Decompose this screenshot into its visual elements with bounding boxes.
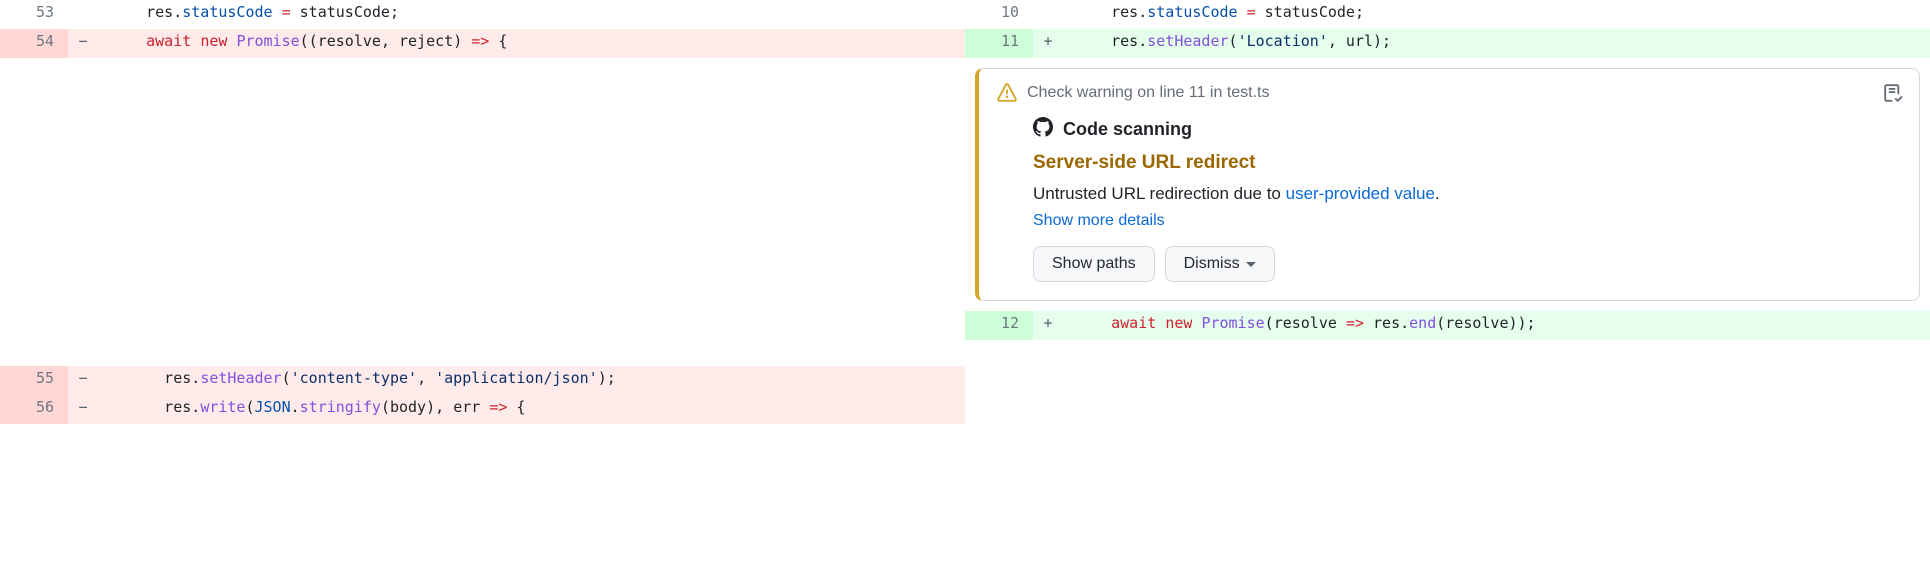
line-number[interactable]: 12 (965, 311, 1033, 340)
diff-row[interactable]: 55− res.setHeader('content-type', 'appli… (0, 366, 965, 395)
alert-description-link[interactable]: user-provided value (1286, 184, 1435, 203)
code-line[interactable]: res.setHeader('Location', url); (1063, 29, 1930, 58)
code-line[interactable]: res.write(JSON.stringify(body), err => { (98, 395, 965, 424)
diff-marker: − (68, 366, 98, 395)
diff-row[interactable]: 10 res.statusCode = statusCode; (965, 0, 1930, 29)
show-paths-label: Show paths (1052, 255, 1136, 273)
code-line[interactable]: await new Promise((resolve, reject) => { (98, 29, 965, 58)
copy-button[interactable] (1881, 81, 1905, 108)
alert-title: Server-side URL redirect (1033, 152, 1901, 174)
annotation-location-text: Check warning on line 11 in test.ts (1027, 84, 1270, 102)
diff-marker: − (68, 395, 98, 424)
diff-container: 53 res.statusCode = statusCode; 54− awai… (0, 0, 1930, 424)
line-number[interactable]: 56 (0, 395, 68, 424)
diff-row[interactable]: 11+ res.setHeader('Location', url); (965, 29, 1930, 58)
annotation-container: Check warning on line 11 in test.ts C (965, 58, 1930, 311)
diff-marker: − (68, 29, 98, 58)
alert-description: Untrusted URL redirection due to user-pr… (1033, 184, 1901, 204)
diff-marker (1033, 0, 1063, 29)
code-line[interactable]: res.setHeader('content-type', 'applicati… (98, 366, 965, 395)
diff-row[interactable]: 12+ await new Promise(resolve => res.end… (965, 311, 1930, 340)
dismiss-label: Dismiss (1184, 255, 1240, 273)
checklist-icon (1883, 91, 1903, 106)
alert-triangle-icon (997, 83, 1017, 103)
code-line[interactable]: res.statusCode = statusCode; (1063, 0, 1930, 29)
diff-left-side: 53 res.statusCode = statusCode; 54− awai… (0, 0, 965, 424)
line-number[interactable]: 54 (0, 29, 68, 58)
diff-row[interactable]: 53 res.statusCode = statusCode; (0, 0, 965, 29)
code-scanning-annotation: Check warning on line 11 in test.ts C (975, 68, 1920, 301)
annotation-source: Code scanning (1033, 117, 1901, 142)
alert-description-prefix: Untrusted URL redirection due to (1033, 184, 1286, 203)
show-paths-button[interactable]: Show paths (1033, 246, 1155, 282)
diff-marker (68, 0, 98, 29)
line-number[interactable]: 55 (0, 366, 68, 395)
line-number[interactable]: 11 (965, 29, 1033, 58)
diff-marker: + (1033, 311, 1063, 340)
annotation-button-row: Show paths Dismiss (1033, 246, 1901, 282)
annotation-header: Check warning on line 11 in test.ts (997, 83, 1901, 103)
annotation-body: Code scanning Server-side URL redirect U… (997, 117, 1901, 282)
github-icon (1033, 117, 1053, 142)
chevron-down-icon (1246, 262, 1256, 267)
dismiss-button[interactable]: Dismiss (1165, 246, 1275, 282)
code-line[interactable]: res.statusCode = statusCode; (98, 0, 965, 29)
alert-description-suffix: . (1435, 184, 1440, 203)
code-line[interactable]: await new Promise(resolve => res.end(res… (1063, 311, 1930, 340)
diff-row[interactable]: 56− res.write(JSON.stringify(body), err … (0, 395, 965, 424)
diff-left-filler (0, 58, 965, 366)
line-number[interactable]: 53 (0, 0, 68, 29)
diff-row[interactable]: 54− await new Promise((resolve, reject) … (0, 29, 965, 58)
line-number[interactable]: 10 (965, 0, 1033, 29)
annotation-source-text: Code scanning (1063, 119, 1192, 140)
diff-right-side: 10 res.statusCode = statusCode; 11+ res.… (965, 0, 1930, 424)
show-more-details-link[interactable]: Show more details (1033, 212, 1165, 230)
diff-marker: + (1033, 29, 1063, 58)
